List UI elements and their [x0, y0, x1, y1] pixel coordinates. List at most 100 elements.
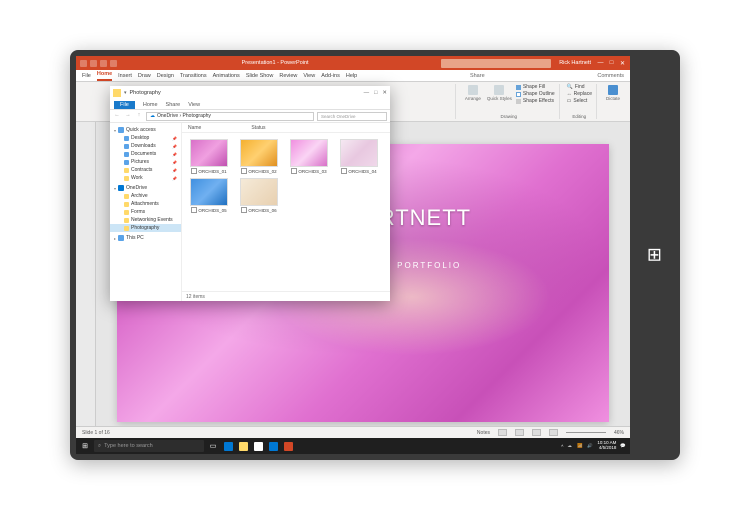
- nav-desktop[interactable]: Desktop📌: [110, 134, 181, 142]
- tab-addins[interactable]: Add-ins: [321, 73, 340, 81]
- explorer-minimize-button[interactable]: ―: [364, 90, 370, 96]
- taskbar-clock[interactable]: 10:10 AM 4/5/2018: [597, 441, 616, 451]
- taskbar-explorer[interactable]: [237, 440, 250, 452]
- file-item[interactable]: ORCHIDS_02: [238, 139, 280, 174]
- save-icon[interactable]: [90, 60, 97, 67]
- tell-me-search[interactable]: [441, 59, 551, 68]
- address-bar[interactable]: ☁ OneDrive › Photography: [146, 112, 314, 121]
- task-view-button[interactable]: ▭: [206, 440, 220, 452]
- tab-review[interactable]: Review: [279, 73, 297, 81]
- up-button[interactable]: ↑: [135, 112, 143, 120]
- document-name: Presentation1 - PowerPoint: [117, 60, 433, 66]
- taskbar-search[interactable]: ⌕Type here to search: [94, 440, 204, 452]
- slide-thumbnail-pane[interactable]: [76, 122, 96, 438]
- ribbon-tabs: File Home Insert Draw Design Transitions…: [76, 70, 630, 82]
- normal-view-button[interactable]: [498, 429, 507, 436]
- file-explorer-window: ▾ Photography ― □ ✕ File Home Share View…: [110, 86, 390, 301]
- reading-view-button[interactable]: [532, 429, 541, 436]
- shape-effects-button[interactable]: Shape Effects: [516, 98, 555, 104]
- nav-work[interactable]: Work📌: [110, 174, 181, 182]
- autosave-toggle[interactable]: [80, 60, 87, 67]
- qatdropdown-icon[interactable]: ▾: [124, 90, 127, 96]
- zoom-slider[interactable]: [566, 432, 606, 433]
- quick-styles-button[interactable]: Quick Styles: [485, 84, 514, 104]
- select-button[interactable]: ▭Select: [567, 98, 592, 104]
- replace-button[interactable]: ↔Replace: [567, 91, 592, 97]
- onedrive-header[interactable]: ▾OneDrive: [110, 184, 181, 192]
- explorer-close-button[interactable]: ✕: [382, 90, 387, 96]
- shape-outline-button[interactable]: Shape Outline: [516, 91, 555, 97]
- explorer-maximize-button[interactable]: □: [374, 90, 377, 96]
- comments-button[interactable]: Comments: [597, 73, 624, 81]
- notes-button[interactable]: Notes: [477, 430, 490, 436]
- tab-design[interactable]: Design: [157, 73, 174, 81]
- nav-photography[interactable]: Photography: [110, 224, 181, 232]
- file-item[interactable]: ORCHIDS_01: [188, 139, 230, 174]
- search-icon: ⌕: [98, 443, 101, 450]
- explorer-tab-share[interactable]: Share: [166, 102, 181, 109]
- taskbar-powerpoint[interactable]: [282, 440, 295, 452]
- tab-slideshow[interactable]: Slide Show: [246, 73, 274, 81]
- explorer-tab-home[interactable]: Home: [143, 102, 158, 109]
- file-item[interactable]: ORCHIDS_05: [188, 178, 230, 213]
- forward-button[interactable]: →: [124, 112, 132, 120]
- nav-networking[interactable]: Networking Events: [110, 216, 181, 224]
- action-center-icon[interactable]: 💬: [620, 443, 626, 449]
- file-item[interactable]: ORCHIDS_04: [338, 139, 380, 174]
- nav-downloads[interactable]: Downloads📌: [110, 142, 181, 150]
- tab-transitions[interactable]: Transitions: [180, 73, 207, 81]
- start-button[interactable]: ⊞: [78, 440, 92, 452]
- explorer-title: Photography: [130, 90, 161, 96]
- folder-icon: [113, 89, 121, 97]
- nav-attachments[interactable]: Attachments: [110, 200, 181, 208]
- slide-subtitle-text[interactable]: PORTFOLIO: [397, 261, 461, 270]
- tab-insert[interactable]: Insert: [118, 73, 132, 81]
- col-status[interactable]: Status: [251, 125, 265, 131]
- minimize-button[interactable]: ―: [597, 60, 604, 67]
- zoom-level[interactable]: 46%: [614, 430, 624, 436]
- slide-indicator[interactable]: Slide 1 of 16: [82, 430, 110, 436]
- explorer-tab-view[interactable]: View: [188, 102, 200, 109]
- taskbar-store[interactable]: [252, 440, 265, 452]
- breadcrumb[interactable]: OneDrive › Photography: [157, 113, 211, 119]
- taskbar-mail[interactable]: [267, 440, 280, 452]
- maximize-button[interactable]: □: [608, 60, 615, 67]
- col-name[interactable]: Name: [188, 125, 201, 131]
- slideshow-view-button[interactable]: [549, 429, 558, 436]
- signed-in-user[interactable]: Rick Hartnett: [559, 60, 591, 66]
- dictate-button[interactable]: Dictate: [604, 84, 622, 102]
- shape-fill-button[interactable]: Shape Fill: [516, 84, 555, 90]
- nav-contracts[interactable]: Contracts📌: [110, 166, 181, 174]
- taskbar-edge[interactable]: [222, 440, 235, 452]
- tab-home[interactable]: Home: [97, 71, 112, 81]
- tab-help[interactable]: Help: [346, 73, 357, 81]
- explorer-search-input[interactable]: Search OneDrive: [317, 112, 387, 121]
- share-button[interactable]: Share: [470, 73, 485, 81]
- nav-documents[interactable]: Documents📌: [110, 150, 181, 158]
- sorter-view-button[interactable]: [515, 429, 524, 436]
- arrange-button[interactable]: Arrange: [463, 84, 483, 104]
- undo-icon[interactable]: [100, 60, 107, 67]
- nav-forms[interactable]: Forms: [110, 208, 181, 216]
- tray-network-icon[interactable]: 📶: [577, 443, 583, 449]
- tab-draw[interactable]: Draw: [138, 73, 151, 81]
- tray-up-icon[interactable]: ^: [561, 444, 563, 449]
- navigation-pane: ▾Quick access Desktop📌 Downloads📌 Docume…: [110, 123, 182, 301]
- file-item[interactable]: ORCHIDS_06: [238, 178, 280, 213]
- explorer-tab-file[interactable]: File: [114, 101, 135, 109]
- tab-file[interactable]: File: [82, 73, 91, 81]
- quick-access-header[interactable]: ▾Quick access: [110, 126, 181, 134]
- thispc-header[interactable]: ▸This PC: [110, 234, 181, 242]
- nav-pictures[interactable]: Pictures📌: [110, 158, 181, 166]
- tab-animations[interactable]: Animations: [213, 73, 240, 81]
- tab-view[interactable]: View: [303, 73, 315, 81]
- nav-archive[interactable]: Archive: [110, 192, 181, 200]
- file-item[interactable]: ORCHIDS_03: [288, 139, 330, 174]
- tray-onedrive-icon[interactable]: ☁: [567, 443, 573, 449]
- back-button[interactable]: ←: [113, 112, 121, 120]
- redo-icon[interactable]: [110, 60, 117, 67]
- tray-volume-icon[interactable]: 🔊: [587, 443, 593, 449]
- tablet-windows-button[interactable]: ⊞: [647, 245, 662, 266]
- close-button[interactable]: ✕: [619, 60, 626, 67]
- find-button[interactable]: 🔍Find: [567, 84, 592, 90]
